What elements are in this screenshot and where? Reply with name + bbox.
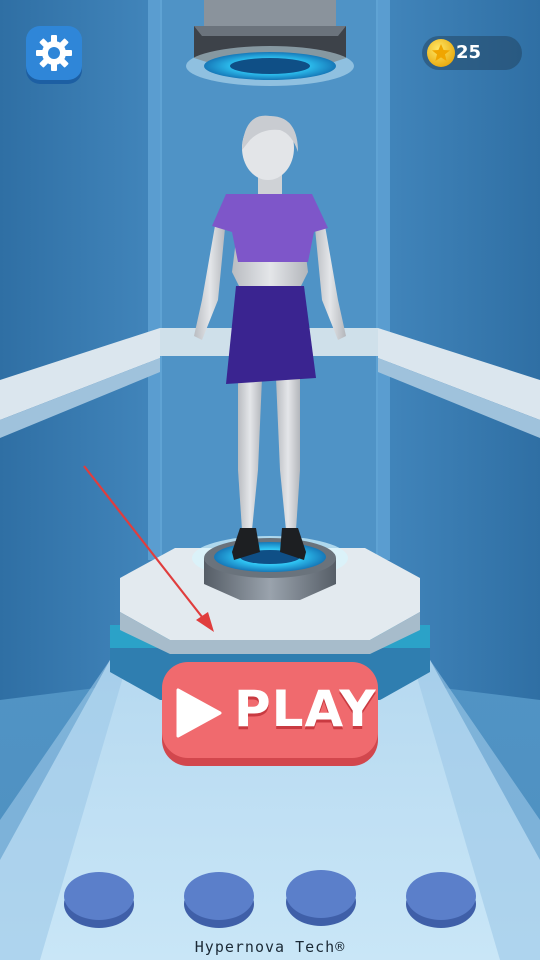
- coin-counter: 25: [422, 36, 522, 70]
- brand-footer: Hypernova Tech®: [194, 938, 346, 956]
- bottom-pad-1[interactable]: [62, 868, 136, 930]
- play-button[interactable]: PLAY: [162, 662, 378, 766]
- settings-button[interactable]: [26, 26, 82, 80]
- game-scene: [0, 0, 540, 960]
- play-label: PLAY: [234, 680, 377, 738]
- gear-icon: [36, 35, 72, 71]
- gold-star-coin-icon: [427, 39, 455, 67]
- play-button-face: PLAY: [162, 662, 378, 758]
- coin-count: 25: [456, 42, 482, 63]
- bottom-pad-3[interactable]: [284, 866, 358, 928]
- bottom-pad-2[interactable]: [182, 868, 256, 930]
- bottom-pad-4[interactable]: [404, 868, 478, 930]
- ceiling-teleporter: [186, 0, 354, 86]
- play-triangle-icon: [176, 688, 222, 738]
